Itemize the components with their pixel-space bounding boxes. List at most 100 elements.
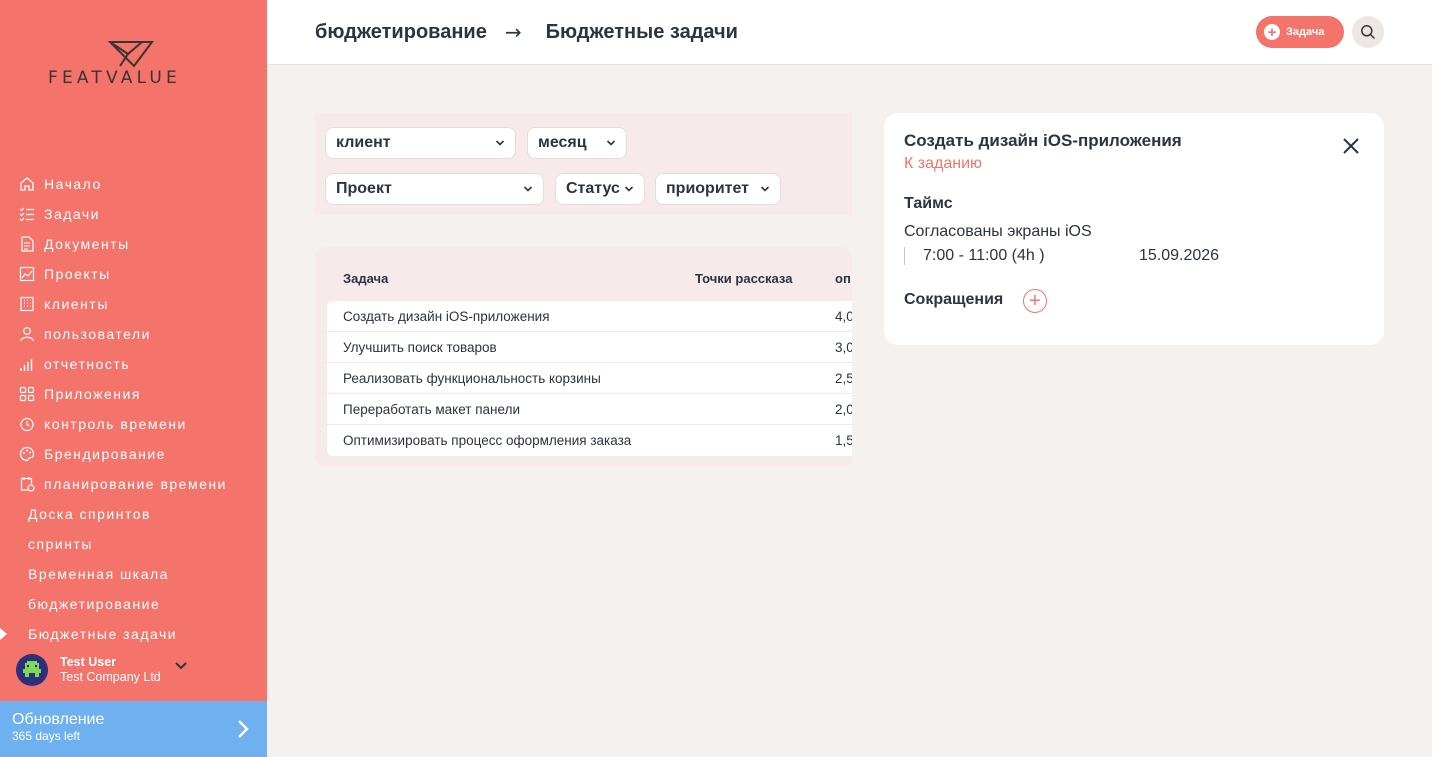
sidebar-item-reports[interactable]: отчетность xyxy=(0,349,267,379)
time-entry-date: 15.09.2026 xyxy=(1139,247,1220,264)
sidebar-item-label: пользователи xyxy=(44,326,151,342)
search-button[interactable] xyxy=(1352,16,1384,48)
sidebar-item-label: клиенты xyxy=(44,296,109,312)
chevron-down-icon xyxy=(606,140,616,146)
task-cell: Переработать макет панели xyxy=(343,401,520,417)
task-cell: Реализовать функциональность корзины xyxy=(343,370,601,386)
sidebar-item-label: Документы xyxy=(44,236,130,252)
palette-icon xyxy=(18,445,36,463)
reports-icon xyxy=(18,355,36,373)
upgrade-banner[interactable]: Обновление 365 days left xyxy=(0,701,267,757)
home-icon xyxy=(18,175,36,193)
column-header-story-points[interactable]: Точки рассказа xyxy=(695,271,792,286)
sidebar-item-label: Задачи xyxy=(44,206,101,222)
client-select[interactable]: клиент xyxy=(325,127,516,159)
detail-title: Создать дизайн iOS-приложения xyxy=(904,131,1182,150)
sidebar-item-time-planning[interactable]: планирование времени xyxy=(0,469,267,499)
schedule-icon xyxy=(18,475,36,493)
estimate-cell: 3,0 xyxy=(835,339,852,355)
priority-select-value: приоритет xyxy=(666,180,750,197)
chevron-down-icon xyxy=(624,186,634,192)
sidebar-item-home[interactable]: Начало xyxy=(0,169,267,199)
status-select[interactable]: Статус xyxy=(555,173,645,205)
task-cell: Создать дизайн iOS-приложения xyxy=(343,308,550,324)
search-icon xyxy=(1361,25,1376,40)
chevron-right-icon xyxy=(237,719,249,744)
plus-icon: + xyxy=(1264,24,1280,40)
column-header-estimate[interactable]: оп xyxy=(835,271,851,286)
user-menu[interactable]: Test User Test Company Ltd xyxy=(16,652,256,688)
task-cell: Оптимизировать процесс оформления заказа xyxy=(343,433,632,448)
sidebar-item-label: планирование времени xyxy=(44,476,227,492)
task-cell: Улучшить поиск товаров xyxy=(343,339,497,355)
sidebar-subitem-sprints[interactable]: спринты xyxy=(0,529,267,559)
table-row[interactable]: Переработать макет панели 2,0 xyxy=(327,394,852,425)
arrow-right-icon: → xyxy=(504,20,522,44)
client-select-value: клиент xyxy=(336,134,391,151)
timer-icon xyxy=(18,415,36,433)
chevron-down-icon xyxy=(495,140,505,146)
times-heading: Таймс xyxy=(904,195,953,212)
sidebar-subitem-timeline[interactable]: Временная шкала xyxy=(0,559,267,589)
sidebar-item-time-control[interactable]: контроль времени xyxy=(0,409,267,439)
breadcrumb-parent[interactable]: бюджетирование xyxy=(315,21,487,44)
sidebar: FEATVALUE Начало Задачи Документы Проект… xyxy=(0,0,267,757)
clients-icon xyxy=(18,295,36,313)
sidebar-subitem-sprint-board[interactable]: Доска спринтов xyxy=(0,499,267,529)
close-icon[interactable] xyxy=(1342,137,1360,155)
go-to-task-link[interactable]: К заданию xyxy=(904,155,982,173)
month-select[interactable]: месяц xyxy=(527,127,627,159)
top-header: бюджетирование → Бюджетные задачи + Зада… xyxy=(267,0,1432,65)
sidebar-item-label: Брендирование xyxy=(44,446,166,462)
logo[interactable]: FEATVALUE xyxy=(48,40,220,90)
table-row[interactable]: Оптимизировать процесс оформления заказа… xyxy=(327,425,852,456)
logo-text: FEATVALUE xyxy=(48,68,181,88)
project-select[interactable]: Проект xyxy=(325,173,544,205)
add-task-button[interactable]: + Задача xyxy=(1256,16,1344,48)
sidebar-subitem-budget-tasks[interactable]: Бюджетные задачи xyxy=(0,619,267,649)
sidebar-item-clients[interactable]: клиенты xyxy=(0,289,267,319)
priority-select[interactable]: приоритет xyxy=(655,173,781,205)
status-select-value: Статус xyxy=(566,180,620,197)
sidebar-item-label: спринты xyxy=(28,536,93,552)
table-row[interactable]: Создать дизайн iOS-приложения 4,0 xyxy=(327,301,852,332)
documents-icon xyxy=(18,235,36,253)
sidebar-item-label: Начало xyxy=(44,176,102,192)
sidebar-item-projects[interactable]: Проекты xyxy=(0,259,267,289)
avatar xyxy=(16,654,48,686)
sidebar-item-branding[interactable]: Брендирование xyxy=(0,439,267,469)
apps-icon xyxy=(18,385,36,403)
task-detail-panel: Создать дизайн iOS-приложения К заданию … xyxy=(884,113,1384,345)
logo-mark-icon xyxy=(108,41,154,68)
column-header-task[interactable]: Задача xyxy=(343,271,388,286)
project-select-value: Проект xyxy=(336,180,392,197)
sidebar-item-label: Временная шкала xyxy=(28,566,169,582)
month-select-value: месяц xyxy=(538,134,587,151)
tasks-icon xyxy=(18,205,36,223)
chevron-down-icon[interactable] xyxy=(174,658,188,676)
add-task-label: Задача xyxy=(1286,26,1325,38)
filter-panel: клиент месяц Проект Статус приоритет xyxy=(315,113,852,215)
table-row[interactable]: Реализовать функциональность корзины 2,5 xyxy=(327,363,852,394)
sidebar-item-label: Приложения xyxy=(44,386,141,402)
cuts-heading: Сокращения xyxy=(904,291,1004,308)
sidebar-subitem-budgeting[interactable]: бюджетирование xyxy=(0,589,267,619)
estimate-cell: 1,5 xyxy=(835,433,852,448)
projects-icon xyxy=(18,265,36,283)
table-body: Создать дизайн iOS-приложения 4,0 Улучши… xyxy=(327,301,852,456)
pixel-avatar-icon xyxy=(23,661,41,677)
sidebar-item-apps[interactable]: Приложения xyxy=(0,379,267,409)
estimate-cell: 2,5 xyxy=(835,370,852,386)
sidebar-item-users[interactable]: пользователи xyxy=(0,319,267,349)
sidebar-nav: Начало Задачи Документы Проекты клиенты … xyxy=(0,169,267,649)
add-cut-button[interactable]: + xyxy=(1023,289,1047,313)
sidebar-item-documents[interactable]: Документы xyxy=(0,229,267,259)
sidebar-item-tasks[interactable]: Задачи xyxy=(0,199,267,229)
sidebar-item-label: Доска спринтов xyxy=(28,506,151,522)
estimate-cell: 4,0 xyxy=(835,308,852,324)
time-entry-description: Согласованы экраны iOS xyxy=(904,223,1092,240)
chevron-down-icon xyxy=(760,186,770,192)
table-row[interactable]: Улучшить поиск товаров 3,0 xyxy=(327,332,852,363)
chevron-down-icon xyxy=(523,186,533,192)
time-entry-range: 7:00 - 11:00 (4h ) xyxy=(904,247,1045,265)
